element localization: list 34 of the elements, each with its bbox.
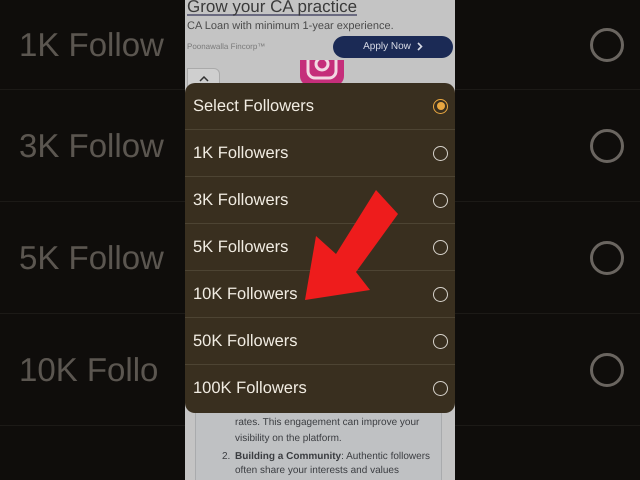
list-item-text: Building a Community: Authentic followers [235,450,430,464]
backdrop-label: 3K Follow [18,126,164,166]
option-label: 3K Followers [193,190,288,211]
option-label: 5K Followers [193,236,288,258]
option-label: 100K Followers [193,378,307,400]
option-label: 50K Followers [193,330,298,352]
backdrop-label: 5K Follow [18,238,164,278]
radio-button[interactable] [433,98,448,114]
radio-button[interactable] [433,146,448,160]
option-label: Select Followers [193,96,314,117]
radio-button[interactable] [433,240,448,254]
option-row[interactable]: 100K Followers [185,365,455,412]
backdrop-radio-icon [590,128,624,162]
chevron-right-icon [416,42,423,51]
radio-button[interactable] [433,381,448,396]
backdrop-radio-icon [590,352,624,386]
ad-brand: Poonawalla Fincorp™ [187,40,266,52]
radio-button[interactable] [433,334,448,348]
backdrop-radio-icon [590,28,624,62]
radio-button[interactable] [433,286,448,302]
apply-now-button[interactable]: Apply Now [333,36,453,58]
article-text: visibility on the platform. [235,432,343,446]
ad-subtitle: CA Loan with minimum 1-year experience. [187,19,395,34]
radio-button[interactable] [433,192,448,208]
list-number: 2. [222,450,232,464]
article-text: rates. This engagement can improve your [235,416,420,430]
caret-up-icon [198,76,208,82]
ad-headline: Grow your CA practice [187,0,358,16]
list-item-text: often share your interests and values [235,465,400,477]
option-label: 1K Followers [193,142,288,164]
backdrop-label: 1K Follow [18,24,164,65]
backdrop-radio-icon [590,240,624,274]
backdrop-label: 10K Follo [18,350,158,390]
option-label: 10K Followers [193,284,298,305]
